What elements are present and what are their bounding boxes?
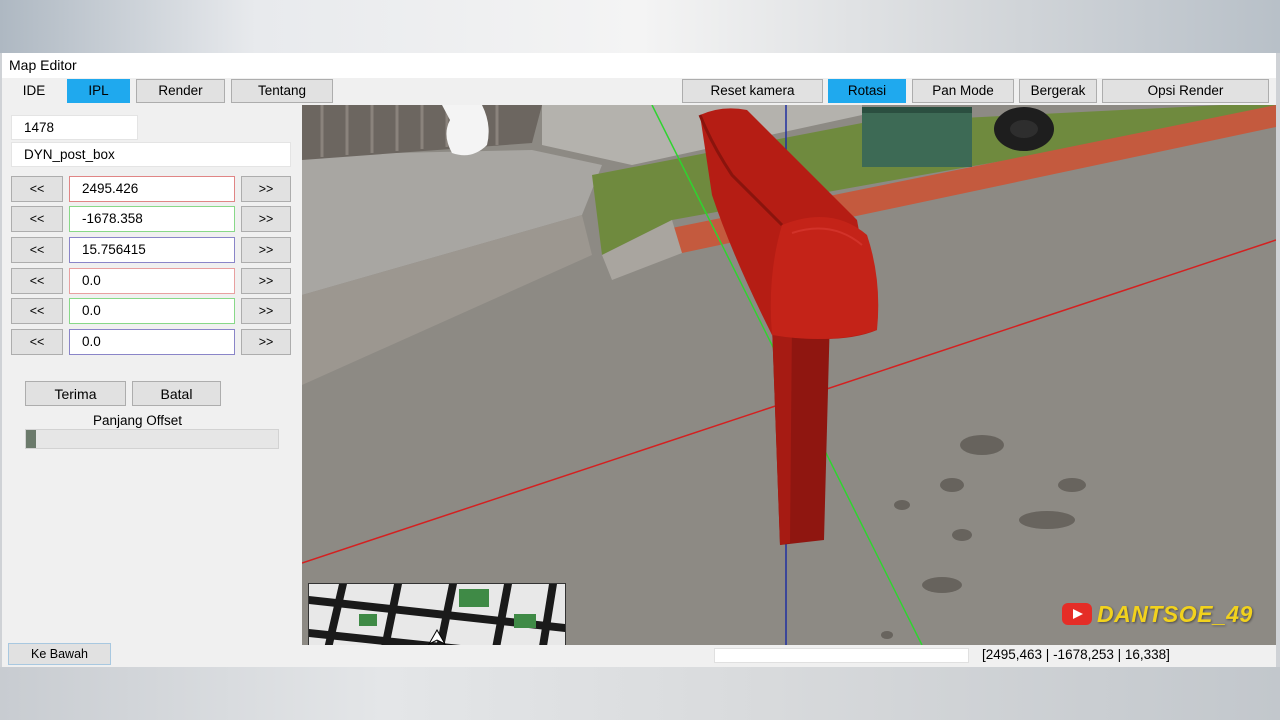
youtube-icon	[1062, 603, 1092, 625]
x-increment-button[interactable]: >>	[241, 176, 291, 202]
offset-slider[interactable]	[25, 429, 279, 449]
ry-decrement-button[interactable]: <<	[11, 298, 63, 324]
object-id-field[interactable]: 1478	[11, 115, 138, 140]
y-increment-button[interactable]: >>	[241, 206, 291, 232]
z-increment-button[interactable]: >>	[241, 237, 291, 263]
minimap[interactable]	[308, 583, 566, 645]
rz-increment-button[interactable]: >>	[241, 329, 291, 355]
minimap-render	[309, 584, 565, 645]
video-letterbox-bottom	[0, 667, 1280, 720]
render-options-button[interactable]: Opsi Render	[1102, 79, 1269, 103]
video-letterbox-top	[0, 0, 1280, 53]
status-progress-bar	[714, 648, 969, 663]
pan-mode-button[interactable]: Pan Mode	[912, 79, 1014, 103]
scene-render	[302, 105, 1276, 645]
object-name-field[interactable]: DYN_post_box	[11, 142, 291, 167]
rx-increment-button[interactable]: >>	[241, 268, 291, 294]
window-title: Map Editor	[9, 57, 77, 73]
y-decrement-button[interactable]: <<	[11, 206, 63, 232]
title-bar: Map Editor	[2, 53, 1276, 78]
move-down-button[interactable]: Ke Bawah	[8, 643, 111, 665]
rx-decrement-button[interactable]: <<	[11, 268, 63, 294]
rotate-mode-button[interactable]: Rotasi	[828, 79, 906, 103]
rz-decrement-button[interactable]: <<	[11, 329, 63, 355]
position-y-field[interactable]: -1678.358	[69, 206, 235, 232]
z-decrement-button[interactable]: <<	[11, 237, 63, 263]
x-decrement-button[interactable]: <<	[11, 176, 63, 202]
rotation-z-field[interactable]: 0.0	[69, 329, 235, 355]
offset-slider-fill	[26, 430, 37, 448]
tab-render[interactable]: Render	[136, 79, 225, 103]
channel-watermark: DANTSOE_49	[1062, 601, 1253, 628]
reset-camera-button[interactable]: Reset kamera	[682, 79, 823, 103]
position-x-field[interactable]: 2495.426	[69, 176, 235, 202]
cancel-button[interactable]: Batal	[132, 381, 221, 406]
rotation-y-field[interactable]: 0.0	[69, 298, 235, 324]
accept-button[interactable]: Terima	[25, 381, 126, 406]
tab-tentang[interactable]: Tentang	[231, 79, 333, 103]
ry-increment-button[interactable]: >>	[241, 298, 291, 324]
offset-label: Panjang Offset	[93, 413, 183, 428]
tab-ipl[interactable]: IPL	[67, 79, 130, 103]
tab-ide[interactable]: IDE	[8, 79, 60, 103]
position-z-field[interactable]: 15.756415	[69, 237, 235, 263]
camera-coordinates: [2495,463 | -1678,253 | 16,338]	[982, 647, 1170, 662]
map-editor-window: Map Editor IDE IPL Render Tentang Reset …	[2, 53, 1276, 667]
move-mode-button[interactable]: Bergerak	[1019, 79, 1097, 103]
3d-viewport[interactable]: DANTSOE_49	[302, 105, 1276, 645]
rotation-x-field[interactable]: 0.0	[69, 268, 235, 294]
watermark-text: DANTSOE_49	[1097, 601, 1253, 627]
